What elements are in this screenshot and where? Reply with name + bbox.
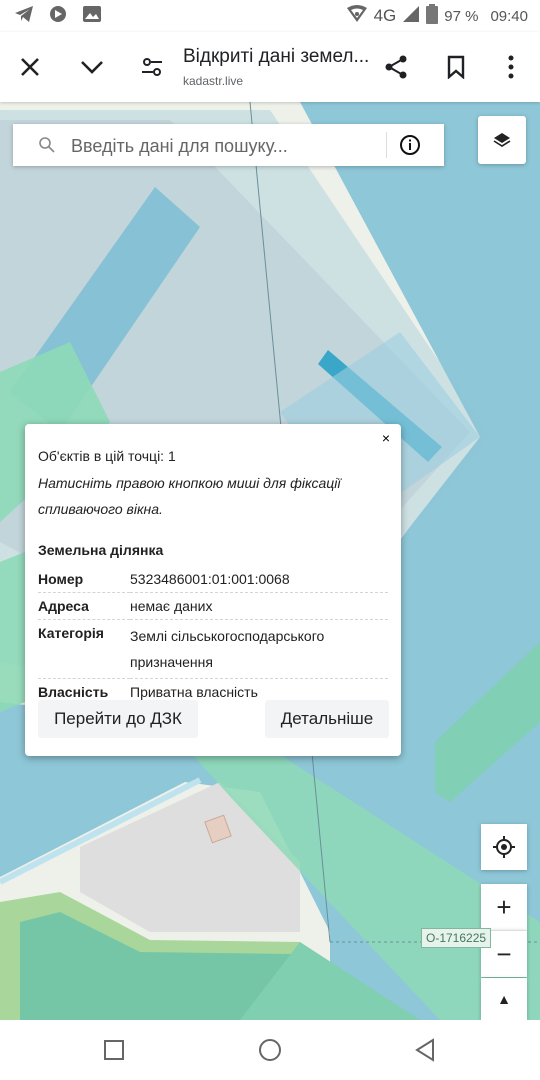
status-bar: 4G 97 % 09:40: [0, 0, 540, 32]
popup-heading: Земельна ділянка: [38, 542, 164, 558]
battery-icon: [426, 4, 439, 28]
square-icon: [104, 1040, 124, 1060]
search-icon: [39, 137, 55, 153]
signal-icon: [402, 5, 420, 27]
locate-button[interactable]: [481, 824, 527, 870]
row-key: Адреса: [38, 592, 130, 620]
page-url: kadastr.live: [183, 74, 244, 88]
row-value: 5323486001:01:001:0068: [130, 566, 388, 593]
battery-level: 97 %: [444, 7, 479, 25]
parcel-info-table: Номер 5323486001:01:001:0068 Адреса нема…: [38, 566, 388, 705]
image-icon: [82, 5, 102, 27]
wifi-icon: [346, 5, 368, 27]
close-icon: [21, 58, 39, 76]
popup-close-button[interactable]: ×: [378, 430, 394, 446]
row-key: Категорія: [38, 619, 130, 679]
search-bar: [13, 124, 444, 166]
back-button[interactable]: [414, 1038, 436, 1067]
popup-hint: Натисніть правою кнопкою миші для фіксац…: [38, 475, 341, 517]
minimize-button[interactable]: [70, 45, 114, 89]
table-row: Номер 5323486001:01:001:0068: [38, 566, 388, 593]
custom-tab-bar: Відкриті дані земел... kadastr.live: [0, 32, 540, 102]
go-to-dzk-button[interactable]: Перейти до ДЗК: [38, 700, 198, 738]
chevron-down-icon: [81, 61, 103, 74]
more-vert-icon: [508, 55, 514, 79]
circle-icon: [259, 1039, 281, 1061]
recents-button[interactable]: [104, 1040, 124, 1065]
more-options-button[interactable]: [489, 45, 533, 89]
chat-icon: [48, 4, 68, 28]
search-separator: [386, 132, 387, 158]
zoom-in-button[interactable]: +: [481, 884, 527, 930]
share-button[interactable]: [374, 45, 418, 89]
page-title: Відкриті дані земел...: [183, 46, 370, 67]
layers-icon: [493, 133, 511, 147]
details-button[interactable]: Детальніше: [265, 700, 389, 738]
map-view[interactable]: + − ▲ О-1716225 × Об'єктів в цій точці: …: [0, 102, 540, 1020]
network-type: 4G: [373, 6, 397, 25]
compass-button[interactable]: ▲: [481, 978, 527, 1020]
info-icon[interactable]: [399, 134, 421, 156]
layers-button[interactable]: [478, 116, 526, 164]
share-icon: [385, 55, 407, 79]
tune-icon: [142, 58, 162, 76]
home-button[interactable]: [258, 1038, 282, 1067]
clock: 09:40: [490, 7, 528, 25]
search-input[interactable]: [69, 130, 393, 162]
row-value: Землі сільськогосподарського призначення: [130, 619, 388, 679]
table-row: Адреса немає даних: [38, 592, 388, 620]
bookmark-icon: [447, 55, 465, 79]
table-row: Категорія Землі сільськогосподарського п…: [38, 619, 388, 679]
bookmark-button[interactable]: [434, 45, 478, 89]
parcel-popup: × Об'єктів в цій точці: 1 Натисніть прав…: [25, 424, 401, 756]
site-settings-button[interactable]: [130, 45, 174, 89]
telegram-icon: [14, 5, 34, 27]
row-value: немає даних: [130, 592, 388, 620]
my-location-icon: [493, 836, 515, 858]
parcel-tag[interactable]: О-1716225: [421, 928, 492, 948]
row-key: Номер: [38, 566, 130, 593]
back-triangle-icon: [415, 1038, 434, 1062]
system-nav-bar: [0, 1020, 540, 1080]
objects-count: Об'єктів в цій точці: 1: [38, 448, 176, 464]
close-tab-button[interactable]: [8, 45, 52, 89]
